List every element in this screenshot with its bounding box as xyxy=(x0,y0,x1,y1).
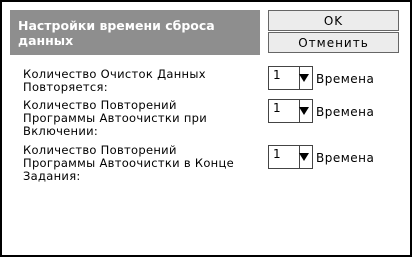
dropdown-arrow-icon xyxy=(299,107,309,115)
unit-label: Времена xyxy=(316,72,375,86)
select-value: 1 xyxy=(273,68,281,82)
cancel-button[interactable]: Отменить xyxy=(268,32,399,53)
select-value: 1 xyxy=(273,147,281,161)
setting-label-data-clear-repeat: Количество Очисток Данных Повторяется: xyxy=(23,67,206,94)
dialog-title: Настройки времени сброса данных xyxy=(10,10,260,55)
dropdown-arrow-icon xyxy=(299,153,309,161)
select-value: 1 xyxy=(273,101,281,115)
dialog-screen: Настройки времени сброса данных OK Отмен… xyxy=(0,0,412,257)
unit-label: Времена xyxy=(316,105,375,119)
unit-label: Времена xyxy=(316,151,375,165)
power-on-repeat-select[interactable]: 1 xyxy=(268,99,313,123)
setting-label-power-on-repeat: Количество Повторений Программы Автоочис… xyxy=(23,98,208,138)
dropdown-arrow-icon xyxy=(299,74,309,82)
data-clear-repeat-select[interactable]: 1 xyxy=(268,66,313,90)
setting-label-job-end-repeat: Количество Повторений Программы Автоочис… xyxy=(23,143,234,183)
ok-button[interactable]: OK xyxy=(268,10,399,31)
job-end-repeat-select[interactable]: 1 xyxy=(268,145,313,169)
